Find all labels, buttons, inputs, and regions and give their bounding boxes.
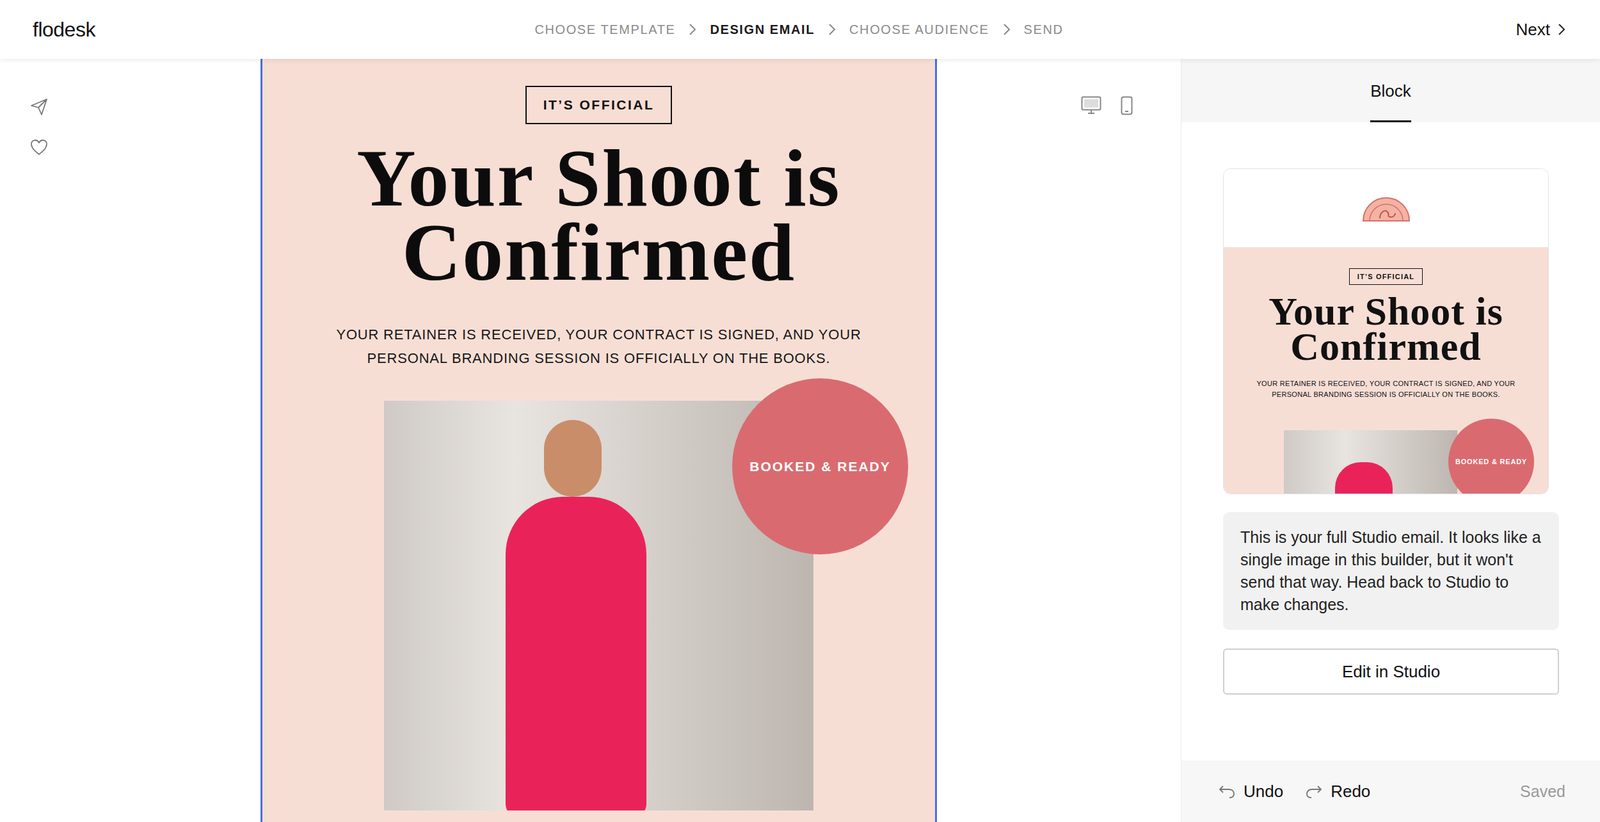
workspace: IT’S OFFICIAL Your Shoot isConfirmed YOUR … [0, 58, 1181, 822]
redo-label[interactable]: Redo [1330, 781, 1371, 802]
preview-headline-line: Your Shoot is [1268, 293, 1504, 329]
preview-header [1223, 168, 1549, 248]
headline-line: Confirmed [401, 215, 796, 290]
panel-body: IT’S OFFICIAL Your Shoot isConfirmed YOUR … [1181, 122, 1600, 761]
photo-area: BOOKED & READY [384, 400, 814, 811]
preview-subtext: YOUR RETAINER IS RECEIVED, YOUR CONTRACT… [1251, 378, 1521, 400]
undo-button[interactable]: Undo [1217, 781, 1284, 802]
preview-photo [1283, 430, 1458, 494]
preview-headline: Your Shoot isConfirmed [1268, 293, 1504, 365]
side-rail [0, 58, 261, 822]
panel-tab[interactable]: Block [1370, 81, 1412, 123]
email-block[interactable]: IT’S OFFICIAL Your Shoot isConfirmed YOUR … [260, 58, 937, 822]
preview-badge: BOOKED & READY [1448, 418, 1535, 494]
next-label[interactable]: Next [1516, 19, 1551, 40]
undo-label[interactable]: Undo [1243, 781, 1284, 802]
subtext: YOUR RETAINER IS RECEIVED, YOUR CONTRACT… [311, 322, 888, 370]
step-item[interactable]: SEND [1024, 22, 1064, 38]
preview-eyebrow: IT’S OFFICIAL [1349, 268, 1424, 285]
chevron-right-icon [1002, 23, 1012, 36]
edit-in-studio-button[interactable]: Edit in Studio [1223, 648, 1560, 695]
top-bar: flodeskCHOOSE TEMPLATEDESIGN EMAILCHOOSE… [0, 0, 1600, 59]
panel-tabs: Block [1181, 58, 1600, 123]
headline-line: Your Shoot is [356, 140, 841, 216]
step-item[interactable]: DESIGN EMAIL [709, 22, 815, 38]
steps-nav: CHOOSE TEMPLATE DESIGN EMAIL CHOOSE AUDIEN… [534, 22, 1064, 38]
eyebrow-label: IT’S OFFICIAL [525, 85, 673, 125]
brand-logo-icon [1360, 193, 1412, 223]
redo-button[interactable]: Redo [1304, 781, 1371, 802]
chevron-right-icon [688, 23, 697, 36]
preview-card: IT’S OFFICIAL Your Shoot isConfirmed YOUR … [1223, 168, 1549, 495]
undo-icon[interactable] [1217, 783, 1236, 799]
logo[interactable]: flodesk [32, 17, 535, 42]
mobile-icon[interactable] [1120, 96, 1133, 116]
headline: Your Shoot isConfirmed [356, 140, 841, 290]
device-toggle [936, 58, 1181, 822]
info-notice: This is your full Studio email. It looks… [1223, 512, 1560, 630]
preview-headline-line: Confirmed [1290, 328, 1481, 365]
save-status: Saved [1520, 782, 1566, 801]
heart-icon[interactable] [29, 137, 261, 157]
send-icon[interactable] [29, 97, 261, 117]
chevron-right-icon [827, 23, 837, 36]
editor: IT’S OFFICIALYour Shoot isConfirmedYOUR … [0, 58, 1600, 822]
next-button[interactable]: Next [1516, 19, 1566, 40]
settings-panel: Block IT’S OFFICIAL Your Shoot isConfirmed… [1180, 58, 1600, 822]
badge-circle: BOOKED & READY [732, 378, 909, 555]
chevron-right-icon[interactable] [1557, 23, 1566, 36]
desktop-icon[interactable] [1080, 96, 1102, 115]
preview-body: IT’S OFFICIAL Your Shoot isConfirmed YOUR … [1223, 247, 1549, 494]
panel-footer: Undo Redo Saved [1181, 760, 1600, 822]
redo-icon[interactable] [1304, 783, 1323, 799]
step-item[interactable]: CHOOSE TEMPLATE [534, 22, 676, 38]
step-item[interactable]: CHOOSE AUDIENCE [849, 22, 989, 38]
